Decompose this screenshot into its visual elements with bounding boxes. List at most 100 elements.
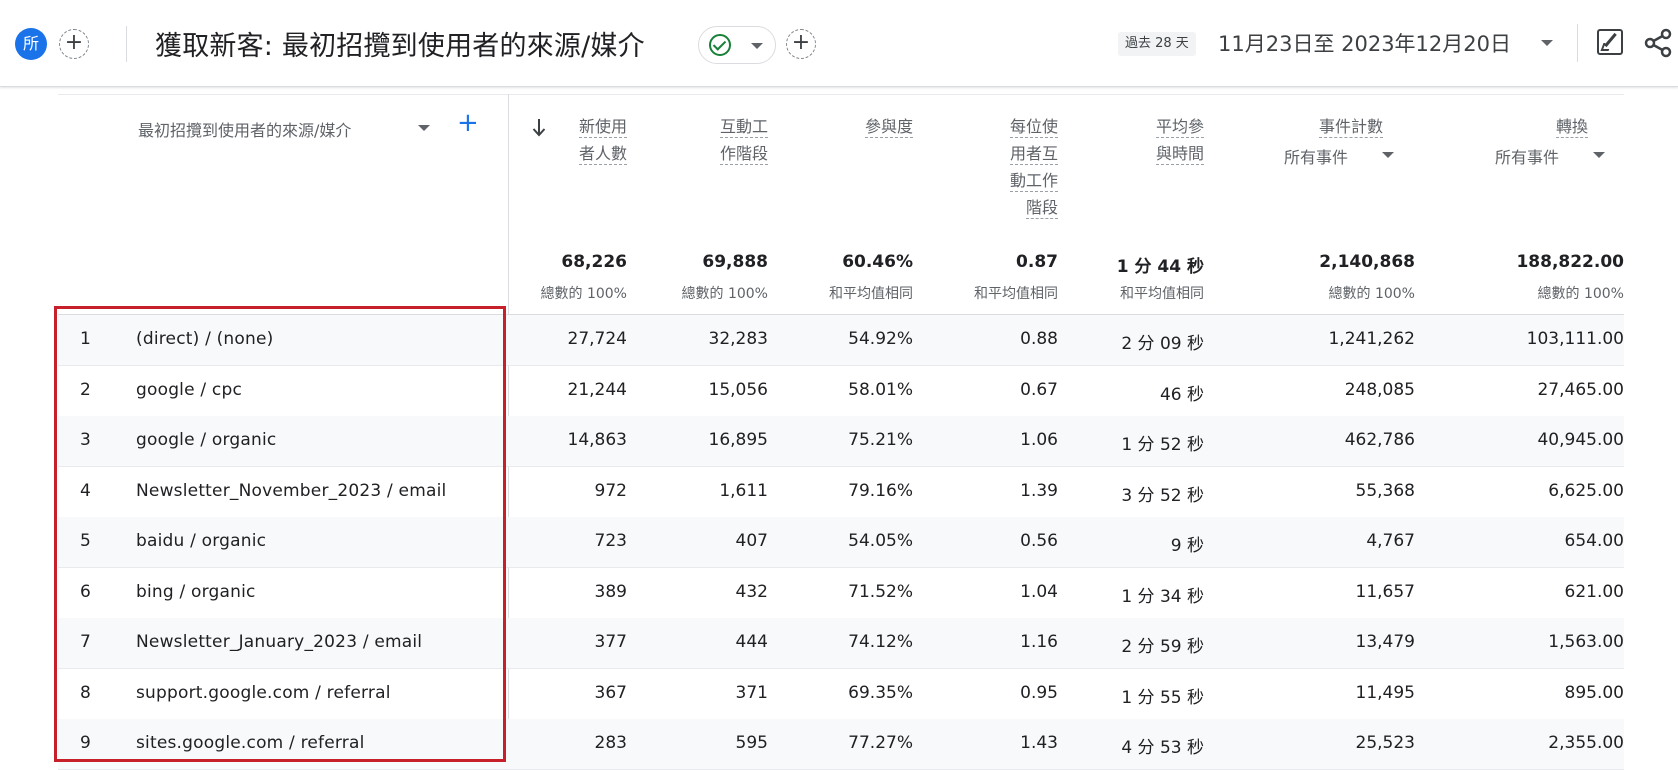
row-dimension-value[interactable]: Newsletter_January_2023 / email [136,632,422,652]
total-sub-engagement-rate: 和平均值相同 [829,286,913,302]
cell-event-count: 462,786 [1344,430,1415,450]
conversions-filter-dropdown[interactable]: 所有事件 [1495,144,1559,168]
cell-engaged-sessions: 444 [735,632,768,652]
col-header-engagement-rate[interactable]: 參與度 [864,113,913,140]
col-header-engaged-sessions-per-user[interactable]: 每位使 用者互 動工作 階段 [1009,113,1058,221]
row-dimension-value[interactable]: baidu / organic [136,531,266,551]
date-preset-badge[interactable]: 過去 28 天 [1118,32,1196,56]
table-row[interactable]: 3 google / organic 14,863 16,895 75.21% 1.06 1… [58,416,1624,467]
total-engaged-sessions: 69,888 [702,252,768,272]
row-dimension-value[interactable]: google / organic [136,430,276,450]
table-row[interactable]: 5 baidu / organic 723 407 54.05% 0.56 9 秒 4,767… [58,517,1624,568]
cell-engaged-sessions: 371 [735,682,768,703]
cell-conversions: 654.00 [1564,531,1624,551]
customize-report-icon[interactable] [1597,29,1623,55]
share-icon[interactable] [1644,28,1672,58]
conversions-chevron-icon[interactable] [1593,152,1605,158]
table-row[interactable]: 8 support.google.com / referral 367 371 69.3… [58,669,1624,720]
cell-event-count: 25,523 [1355,733,1415,753]
cell-conversions: 621.00 [1564,581,1624,602]
total-sub-engaged-sessions: 總數的 100% [681,286,768,302]
row-dimension-value[interactable]: Newsletter_November_2023 / email [136,481,446,501]
cell-new-users: 27,724 [567,329,627,349]
cell-engaged-sessions-per-user: 0.95 [1020,682,1058,703]
table-row[interactable]: 4 Newsletter_November_2023 / email 972 1,61… [58,467,1624,518]
cell-engaged-sessions-per-user: 1.39 [1020,480,1058,501]
cell-engagement-rate: 74.12% [848,632,913,652]
table-row[interactable]: 2 google / cpc 21,244 15,056 58.01% 0.67 46 秒 2… [58,366,1624,417]
cell-event-count: 13,479 [1355,632,1415,652]
header-divider [126,26,127,62]
cell-engaged-sessions: 407 [735,531,768,551]
cell-engaged-sessions: 1,611 [719,480,768,501]
row-dimension-value[interactable]: google / cpc [136,380,242,400]
cell-engagement-rate: 71.52% [848,581,913,602]
cell-engagement-rate: 75.21% [848,430,913,450]
cell-engagement-rate: 54.05% [848,531,913,551]
col-header-avg-engagement-time[interactable]: 平均參 與時間 [1155,113,1204,167]
date-range-picker[interactable]: 11月23日至 2023年12月20日 [1218,28,1511,58]
cell-engaged-sessions-per-user: 0.88 [1020,329,1058,349]
cell-avg-engagement-time: 2 分 59 秒 [1121,637,1204,657]
col-header-conversions[interactable]: 轉換 [1555,113,1588,140]
cell-new-users: 723 [594,531,627,551]
cell-engaged-sessions: 432 [735,581,768,602]
cell-engaged-sessions: 32,283 [708,329,768,349]
row-index: 8 [80,682,91,703]
total-sub-new-users: 總數的 100% [540,286,627,302]
total-sub-conversions: 總數的 100% [1537,286,1624,302]
table-row[interactable]: 9 sites.google.com / referral 283 595 77.27%… [58,719,1624,770]
row-index: 3 [80,430,91,450]
comparison-all-users-chip[interactable]: 所 [15,28,47,60]
add-comparison-button[interactable]: + [59,29,89,59]
dimension-header-label: 最初招攬到使用者的來源/媒介 [138,121,352,140]
cell-conversions: 6,625.00 [1548,480,1624,501]
table-row[interactable]: 1 (direct) / (none) 27,724 32,283 54.92% 0.88… [58,315,1624,366]
page-title: 獲取新客: 最初招攬到使用者的來源/媒介 [155,31,645,62]
dimension-chevron-icon[interactable] [418,125,430,131]
actions-divider [1577,24,1578,62]
cell-event-count: 248,085 [1344,379,1415,400]
cell-engaged-sessions: 16,895 [708,430,768,450]
cell-event-count: 11,495 [1355,682,1415,703]
cell-engagement-rate: 54.92% [848,329,913,349]
row-index: 2 [80,379,91,400]
check-circle-icon [709,34,731,56]
total-avg-engagement-time: 1 分 44 秒 [1116,257,1204,277]
report-header-bar: 所 + 獲取新客: 最初招攬到使用者的來源/媒介 + 過去 28 天 11月23… [0,0,1678,87]
cell-event-count: 11,657 [1355,581,1415,602]
cell-engaged-sessions-per-user: 0.56 [1020,531,1058,551]
date-range-chevron-icon[interactable] [1541,40,1553,46]
row-dimension-value[interactable]: (direct) / (none) [136,329,273,349]
event-count-chevron-icon[interactable] [1382,152,1394,158]
row-dimension-value[interactable]: support.google.com / referral [136,683,391,703]
cell-engagement-rate: 69.35% [848,682,913,703]
row-dimension-value[interactable]: sites.google.com / referral [136,733,365,753]
row-dimension-value[interactable]: bing / organic [136,582,256,602]
add-report-button[interactable]: + [786,29,816,59]
table-row[interactable]: 7 Newsletter_January_2023 / email 377 444 74… [58,618,1624,669]
report-status-dropdown[interactable] [698,26,776,64]
event-count-filter-dropdown[interactable]: 所有事件 [1284,144,1348,168]
cell-conversions: 2,355.00 [1548,733,1624,753]
col-header-engaged-sessions[interactable]: 互動工 作階段 [719,113,768,167]
cell-engagement-rate: 77.27% [848,733,913,753]
cell-new-users: 377 [594,632,627,652]
col-header-new-users[interactable]: 新使用 者人數 [578,113,627,167]
cell-avg-engagement-time: 9 秒 [1170,536,1204,556]
cell-event-count: 1,241,262 [1328,329,1415,349]
cell-avg-engagement-time: 1 分 34 秒 [1121,586,1204,607]
total-engaged-sessions-per-user: 0.87 [1016,252,1058,272]
add-dimension-button[interactable]: + [457,110,479,136]
row-index: 4 [80,480,91,501]
col-header-event-count[interactable]: 事件計數 [1318,113,1383,140]
sort-descending-icon[interactable] [532,118,546,138]
total-sub-event-count: 總數的 100% [1328,286,1415,302]
dimension-selector[interactable]: 最初招攬到使用者的來源/媒介 [138,117,351,141]
cell-engaged-sessions-per-user: 1.04 [1020,581,1058,602]
cell-conversions: 103,111.00 [1526,329,1624,349]
total-engagement-rate: 60.46% [842,252,913,272]
cell-conversions: 895.00 [1564,682,1624,703]
table-row[interactable]: 6 bing / organic 389 432 71.52% 1.04 1 分 34 秒 1… [58,568,1624,619]
total-sub-engaged-sessions-per-user: 和平均值相同 [974,286,1058,302]
